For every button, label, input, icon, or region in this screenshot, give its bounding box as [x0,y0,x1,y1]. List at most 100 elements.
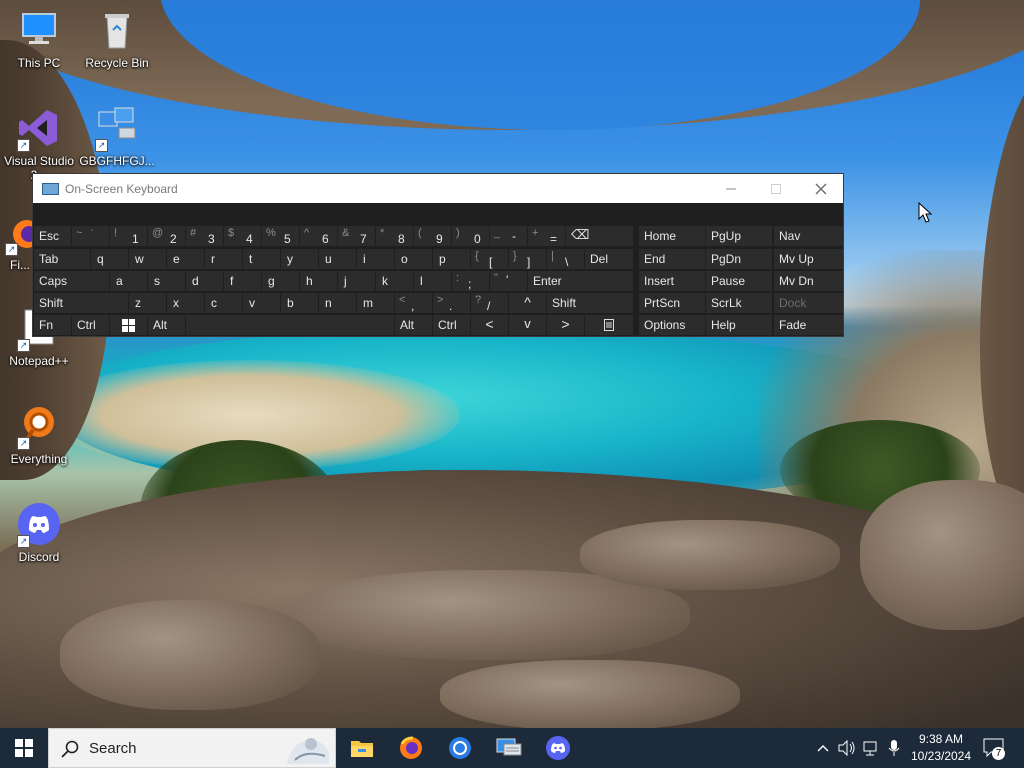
key-3[interactable]: #3 [186,226,223,246]
key-right-bracket[interactable]: }] [509,249,546,269]
key-backspace[interactable]: ⌫ [566,226,633,246]
key-shift-right[interactable]: Shift [547,293,633,313]
maximize-button[interactable] [753,174,798,203]
desktop-icon-discord[interactable]: ↗ Discord [0,502,78,564]
taskbar-firefox[interactable] [387,728,435,768]
key-nav[interactable]: Nav [774,226,843,246]
key-slash[interactable]: ? / [471,293,508,313]
key-1[interactable]: ! 1 [110,226,147,246]
key-caps[interactable]: Caps [34,271,109,291]
taskbar-chrome[interactable] [436,728,484,768]
key-0[interactable]: ) 0 [452,226,489,246]
key-8[interactable]: * 8 [376,226,413,246]
taskbar-search-box[interactable]: Search [48,728,336,768]
key-pgdn[interactable]: PgDn [706,249,772,269]
key-alt-left[interactable]: Alt [148,315,185,335]
key-t[interactable]: t [243,249,280,269]
key-menu[interactable] [585,315,633,335]
key-scrlk[interactable]: ScrLk [706,293,772,313]
key-5[interactable]: % 5 [262,226,299,246]
key-windows[interactable] [110,315,147,335]
desktop-icon-this-pc[interactable]: This PC [0,8,78,70]
key-r[interactable]: r [205,249,242,269]
key-i[interactable]: i [357,249,394,269]
key-o[interactable]: o [395,249,432,269]
key-q[interactable]: q [91,249,128,269]
key-4[interactable]: $4 [224,226,261,246]
key-minus[interactable]: _ - [490,226,527,246]
key-comma[interactable]: <, [395,293,432,313]
key-left-bracket[interactable]: {[ [471,249,508,269]
key-arrow-left[interactable]: < [471,315,508,335]
key-home[interactable]: Home [639,226,705,246]
key-fade[interactable]: Fade [774,315,843,335]
key-move-down[interactable]: Mv Dn [774,271,843,291]
window-title-bar[interactable]: On-Screen Keyboard [33,174,843,203]
key-pgup[interactable]: PgUp [706,226,772,246]
notification-center-button[interactable]: 7 [980,728,1008,768]
key-move-up[interactable]: Mv Up [774,249,843,269]
on-screen-keyboard-window[interactable]: On-Screen Keyboard Esc ~ ` ! 1 @2 #3 $4 % 5… [32,173,844,337]
key-6[interactable]: ^ 6 [300,226,337,246]
taskbar-clock[interactable]: 9:38 AM 10/23/2024 [906,731,976,765]
key-tilde[interactable]: ~ ` [72,226,109,246]
key-y[interactable]: y [281,249,318,269]
key-semicolon[interactable]: :; [452,271,489,291]
key-z[interactable]: z [129,293,166,313]
key-equals[interactable]: + = [528,226,565,246]
key-esc[interactable]: Esc [34,226,71,246]
desktop-icon-everything[interactable]: ↗ Everything [0,404,78,466]
key-v[interactable]: v [243,293,280,313]
key-m[interactable]: m [357,293,394,313]
key-c[interactable]: c [205,293,242,313]
key-s[interactable]: s [148,271,185,291]
key-space[interactable] [186,315,394,335]
key-dock[interactable]: Dock [774,293,843,313]
key-p[interactable]: p [433,249,470,269]
key-del[interactable]: Del [585,249,633,269]
key-fn[interactable]: Fn [34,315,71,335]
network-button[interactable] [860,728,882,768]
key-prtscn[interactable]: PrtScn [639,293,705,313]
key-7[interactable]: & 7 [338,226,375,246]
close-button[interactable] [798,174,843,203]
show-hidden-icons-button[interactable] [814,728,832,768]
key-arrow-up[interactable]: ^ [509,293,546,313]
desktop-icon-visual-studio[interactable]: ↗ Visual Studio 2... [0,106,78,182]
key-arrow-down[interactable]: v [509,315,546,335]
key-f[interactable]: f [224,271,261,291]
key-g[interactable]: g [262,271,299,291]
key-k[interactable]: k [376,271,413,291]
taskbar-remote-desktop[interactable] [485,728,533,768]
key-insert[interactable]: Insert [639,271,705,291]
taskbar-discord[interactable] [534,728,582,768]
key-u[interactable]: u [319,249,356,269]
volume-button[interactable] [836,728,858,768]
key-ctrl-left[interactable]: Ctrl [72,315,109,335]
key-b[interactable]: b [281,293,318,313]
key-shift-left[interactable]: Shift [34,293,128,313]
key-pause[interactable]: Pause [706,271,772,291]
key-quote[interactable]: " ' [490,271,527,291]
key-a[interactable]: a [110,271,147,291]
microphone-button[interactable] [884,728,904,768]
key-help[interactable]: Help [706,315,772,335]
key-x[interactable]: x [167,293,204,313]
key-end[interactable]: End [639,249,705,269]
key-e[interactable]: e [167,249,204,269]
key-w[interactable]: w [129,249,166,269]
key-period[interactable]: >. [433,293,470,313]
key-backslash[interactable]: | \ [547,249,584,269]
key-h[interactable]: h [300,271,337,291]
key-n[interactable]: n [319,293,356,313]
key-d[interactable]: d [186,271,223,291]
key-arrow-right[interactable]: > [547,315,584,335]
start-button[interactable] [0,728,48,768]
key-ctrl-right[interactable]: Ctrl [433,315,470,335]
key-9[interactable]: (9 [414,226,451,246]
desktop-icon-network-computer[interactable]: ↗ GBGFHFGJ... [78,106,156,168]
key-alt-right[interactable]: Alt [395,315,432,335]
key-l[interactable]: l [414,271,451,291]
key-2[interactable]: @2 [148,226,185,246]
taskbar-file-explorer[interactable] [338,728,386,768]
